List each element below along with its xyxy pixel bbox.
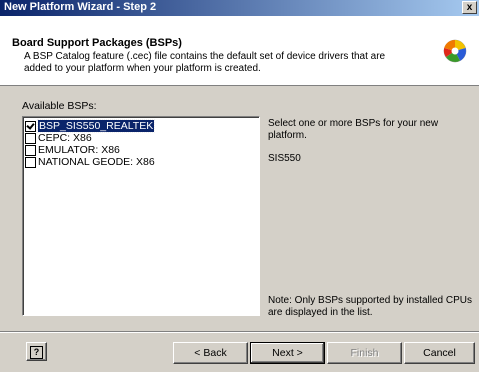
wizard-header: Board Support Packages (BSPs) A BSP Cata… (0, 16, 479, 86)
bsp-checklist[interactable]: BSP_SIS550_REALTEK CEPC: X86 EMULATOR: X… (22, 116, 260, 316)
bsp-checkbox-checked[interactable] (25, 120, 36, 132)
bsp-item-label: CEPC: X86 (38, 132, 92, 144)
close-button[interactable]: x (462, 1, 477, 14)
bsp-checkbox[interactable] (25, 144, 36, 156)
bsp-note-text: Note: Only BSPs supported by installed C… (268, 295, 472, 318)
bsp-item-label: EMULATOR: X86 (38, 144, 120, 156)
window-title: New Platform Wizard - Step 2 (4, 1, 157, 13)
selected-bsp-description: SIS550 (268, 153, 301, 164)
wizard-window: New Platform Wizard - Step 2 x Board Sup… (0, 0, 479, 372)
header-description: A BSP Catalog feature (.cec) file contai… (24, 51, 386, 74)
available-bsps-label: Available BSPs: (22, 100, 97, 112)
bsp-item-sis550-realtek[interactable]: BSP_SIS550_REALTEK (25, 119, 257, 133)
bsp-item-label: BSP_SIS550_REALTEK (36, 119, 156, 133)
wizard-ball-icon (443, 39, 467, 63)
bsp-checkbox[interactable] (25, 156, 36, 168)
close-icon: x (466, 2, 473, 13)
back-button[interactable]: < Back (173, 342, 248, 364)
bsp-item-emulator[interactable]: EMULATOR: X86 (25, 144, 257, 156)
bsp-instruction-text: Select one or more BSPs for your new pla… (268, 118, 439, 141)
footer-divider (0, 331, 479, 333)
header-title: Board Support Packages (BSPs) (12, 37, 182, 49)
next-button[interactable]: Next > (250, 342, 325, 364)
bsp-item-national-geode[interactable]: NATIONAL GEODE: X86 (25, 156, 257, 168)
title-bar[interactable]: New Platform Wizard - Step 2 x (0, 0, 479, 16)
help-button[interactable]: ? (26, 342, 47, 361)
finish-button[interactable]: Finish (327, 342, 402, 364)
bsp-item-cepc[interactable]: CEPC: X86 (25, 132, 257, 144)
bsp-checkbox[interactable] (25, 132, 36, 144)
cancel-button[interactable]: Cancel (404, 342, 475, 364)
help-icon: ? (30, 346, 43, 359)
bsp-item-label: NATIONAL GEODE: X86 (38, 156, 155, 168)
